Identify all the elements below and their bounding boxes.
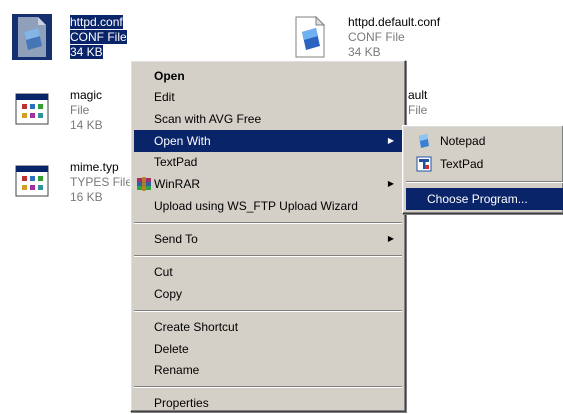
- menu-separator: [134, 222, 402, 224]
- file-type: CONF File: [348, 30, 405, 44]
- submenu-arrow-icon: ▶: [387, 136, 394, 145]
- file-size: 14 KB: [70, 118, 103, 132]
- menu-item-scan-avg[interactable]: Scan with AVG Free: [134, 108, 402, 130]
- file-name: magic: [70, 88, 103, 102]
- menu-item-edit[interactable]: Edit: [134, 86, 402, 108]
- conf-file-icon: [295, 15, 326, 58]
- winrar-icon: [137, 177, 151, 191]
- file-magic[interactable]: magic File 14 KB: [12, 86, 132, 136]
- menu-item-copy[interactable]: Copy: [134, 283, 402, 305]
- menu-item-winrar[interactable]: WinRAR ▶: [134, 173, 402, 195]
- file-name: httpd.conf: [70, 15, 123, 29]
- conf-file-icon: [12, 14, 52, 60]
- file-size: 34 KB: [70, 45, 103, 59]
- notepad-icon: [419, 134, 429, 148]
- menu-item-open-with[interactable]: Open With ▶: [134, 130, 402, 152]
- file-type: File: [408, 103, 428, 117]
- submenu-arrow-icon: ▶: [387, 179, 394, 188]
- submenu-item-textpad[interactable]: TextPad: [406, 153, 560, 175]
- menu-item-properties[interactable]: Properties: [134, 392, 402, 414]
- menu-item-textpad[interactable]: TextPad: [134, 151, 402, 173]
- menu-item-upload-wsftp[interactable]: Upload using WS_FTP Upload Wizard: [134, 195, 402, 217]
- open-with-submenu: Notepad TextPad Choose Program...: [402, 125, 563, 214]
- textpad-icon: [416, 156, 432, 172]
- generic-file-icon: [15, 93, 49, 125]
- submenu-item-notepad[interactable]: Notepad: [406, 130, 560, 152]
- file-type: TYPES File: [70, 175, 133, 189]
- generic-file-icon: [15, 165, 49, 197]
- file-name: httpd.default.conf: [348, 15, 441, 29]
- menu-item-rename[interactable]: Rename: [134, 359, 402, 381]
- file-type: CONF File: [70, 30, 127, 44]
- menu-item-send-to[interactable]: Send To ▶: [134, 228, 402, 250]
- context-menu: Open Edit Scan with AVG Free Open With ▶…: [130, 60, 406, 412]
- menu-separator: [134, 310, 402, 312]
- file-name: mime.typ: [70, 160, 119, 174]
- menu-item-open[interactable]: Open: [134, 65, 402, 87]
- menu-item-create-shortcut[interactable]: Create Shortcut: [134, 316, 402, 338]
- file-httpd-default-conf[interactable]: httpd.default.conf CONF File 34 KB: [290, 14, 490, 64]
- file-size: 34 KB: [348, 45, 381, 59]
- file-type: File: [70, 103, 90, 117]
- menu-separator: [134, 255, 402, 257]
- file-httpd-conf[interactable]: httpd.conf CONF File 34 KB: [12, 14, 142, 64]
- file-name: ault: [408, 88, 428, 102]
- menu-item-cut[interactable]: Cut: [134, 261, 402, 283]
- file-mime-types[interactable]: mime.typ TYPES File 16 KB: [12, 158, 132, 208]
- file-size: 16 KB: [70, 190, 103, 204]
- submenu-item-choose-program[interactable]: Choose Program...: [406, 188, 563, 210]
- menu-item-delete[interactable]: Delete: [134, 338, 402, 360]
- menu-separator: [406, 181, 563, 183]
- menu-separator: [134, 386, 402, 388]
- submenu-arrow-icon: ▶: [387, 234, 394, 243]
